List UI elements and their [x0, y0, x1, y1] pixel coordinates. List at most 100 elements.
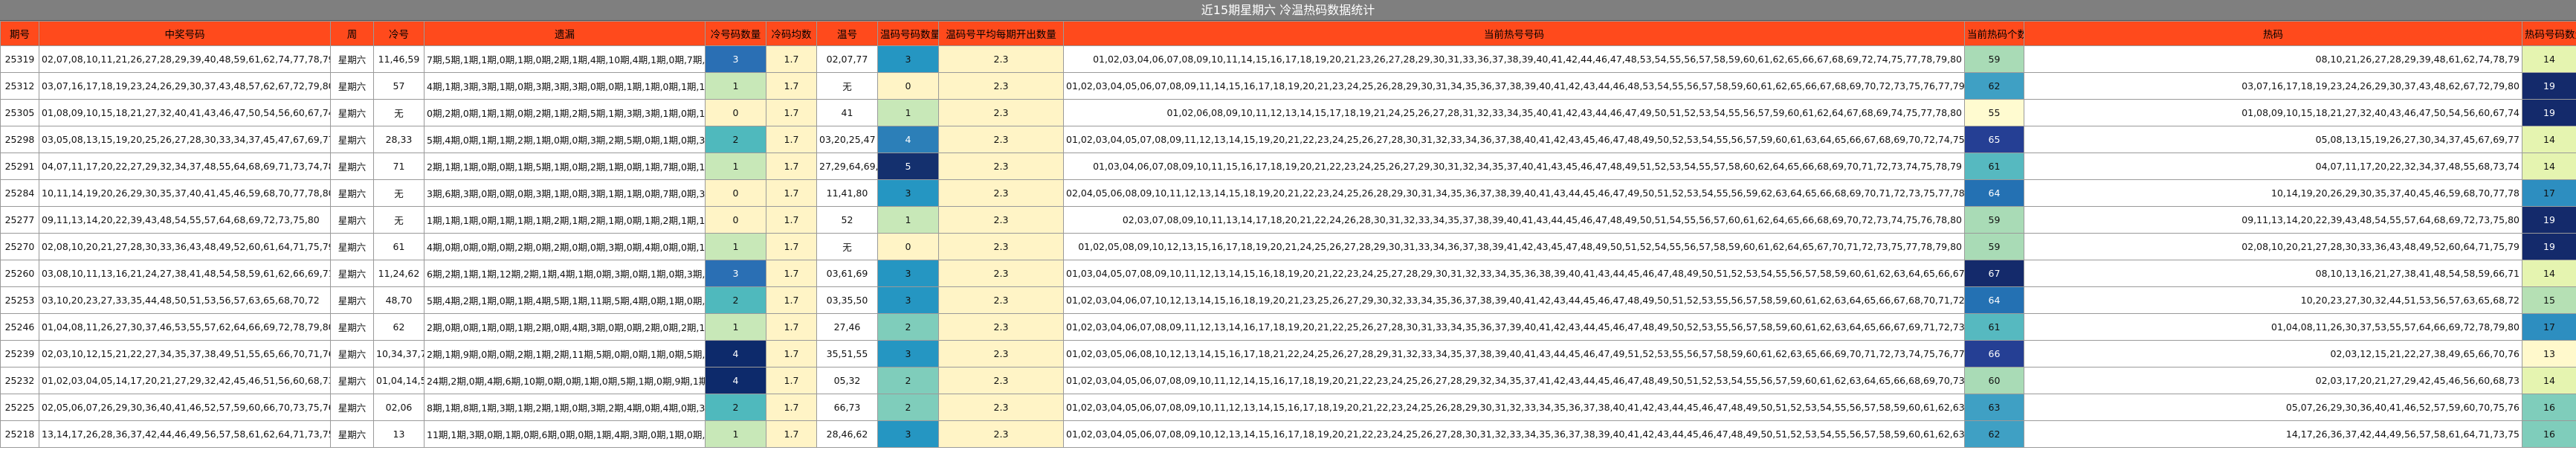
hot-num-cell: 14 — [2522, 45, 2576, 73]
warm-numbers-cell: 52 — [816, 206, 878, 234]
cold-count-cell: 1 — [705, 313, 766, 341]
col-header-winning: 中奖号码 — [39, 21, 331, 46]
omit-cell: 2期,1期,9期,0期,0期,2期,1期,2期,11期,5期,0期,0期,1期,… — [424, 340, 706, 367]
page-title: 近15期星期六 冷温热码数据统计 — [0, 0, 2576, 21]
warm-numbers-cell: 41 — [816, 99, 878, 126]
warm-count-cell: 3 — [877, 420, 939, 448]
hot-count-cell: 59 — [1964, 233, 2024, 260]
warm-numbers-cell: 11,41,80 — [816, 179, 878, 207]
warm-count-cell: 5 — [877, 153, 939, 180]
col-header-warm: 温号 — [816, 21, 878, 46]
omit-cell: 2期,1期,1期,0期,0期,1期,5期,1期,0期,2期,1期,0期,1期,7… — [424, 153, 706, 180]
col-header-hot-current: 当前热号号码 — [1063, 21, 1965, 46]
table-row: 25260 03,08,10,11,13,16,21,24,27,38,41,48… — [0, 260, 2576, 287]
winning-numbers-cell: 13,14,17,26,28,36,37,42,44,46,49,56,57,5… — [39, 420, 331, 448]
cold-count-cell: 3 — [705, 45, 766, 73]
hot-numbers-cell: 09,11,13,14,20,22,39,43,48,54,55,57,64,6… — [2024, 206, 2522, 234]
hot-numbers-cell: 04,07,11,17,20,22,32,34,37,48,55,68,73,7… — [2024, 153, 2522, 180]
hot-num-cell: 13 — [2522, 340, 2576, 367]
cold-count-cell: 2 — [705, 394, 766, 421]
hot-numbers-cell: 08,10,21,26,27,28,29,39,48,61,62,74,78,7… — [2024, 45, 2522, 73]
warm-count-cell: 2 — [877, 313, 939, 341]
hot-numbers-cell: 02,03,17,20,21,27,29,42,45,46,56,60,68,7… — [2024, 367, 2522, 394]
winning-numbers-cell: 01,08,09,10,15,18,21,27,32,40,41,43,46,4… — [39, 99, 331, 126]
issue-cell: 25291 — [0, 153, 39, 180]
warm-numbers-cell: 27,46 — [816, 313, 878, 341]
warm-avg-cell: 2.3 — [938, 45, 1064, 73]
hot-current-cell: 01,02,03,04,05,06,07,08,09,10,11,12,14,1… — [1063, 367, 1965, 394]
week-cell: 星期六 — [330, 153, 374, 180]
cold-avg-cell: 1.7 — [766, 313, 817, 341]
cold-numbers-cell: 11,46,59 — [373, 45, 425, 73]
col-header-warm-count: 温码号码数量 — [877, 21, 939, 46]
cold-numbers-cell: 57 — [373, 72, 425, 100]
cold-avg-cell: 1.7 — [766, 286, 817, 314]
table-row: 25277 09,11,13,14,20,22,39,43,48,54,55,57… — [0, 206, 2576, 234]
warm-numbers-cell: 03,61,69 — [816, 260, 878, 287]
hot-num-cell: 15 — [2522, 286, 2576, 314]
warm-count-cell: 4 — [877, 126, 939, 153]
warm-count-cell: 3 — [877, 179, 939, 207]
hot-count-cell: 55 — [1964, 99, 2024, 126]
omit-cell: 8期,1期,8期,1期,3期,1期,2期,1期,0期,3期,2期,4期,0期,4… — [424, 394, 706, 421]
hot-count-cell: 63 — [1964, 394, 2024, 421]
cold-numbers-cell: 11,24,62 — [373, 260, 425, 287]
omit-cell: 24期,2期,0期,4期,6期,10期,0期,0期,1期,0期,5期,1期,0期… — [424, 367, 706, 394]
hot-count-cell: 59 — [1964, 206, 2024, 234]
hot-num-cell: 19 — [2522, 72, 2576, 100]
hot-num-cell: 19 — [2522, 206, 2576, 234]
warm-avg-cell: 2.3 — [938, 340, 1064, 367]
cold-avg-cell: 1.7 — [766, 340, 817, 367]
hot-numbers-cell: 05,07,26,29,30,36,40,41,46,52,57,59,60,7… — [2024, 394, 2522, 421]
table-row: 25232 01,02,03,04,05,14,17,20,21,27,29,32… — [0, 367, 2576, 394]
cold-numbers-cell: 无 — [373, 179, 425, 207]
table-row: 25298 03,05,08,13,15,19,20,25,26,27,28,30… — [0, 126, 2576, 153]
cold-avg-cell: 1.7 — [766, 126, 817, 153]
issue-cell: 25239 — [0, 340, 39, 367]
hot-num-cell: 19 — [2522, 233, 2576, 260]
hot-count-cell: 64 — [1964, 286, 2024, 314]
warm-avg-cell: 2.3 — [938, 260, 1064, 287]
col-header-hot: 热码 — [2024, 21, 2522, 46]
week-cell: 星期六 — [330, 394, 374, 421]
hot-numbers-cell: 01,04,08,11,26,30,37,53,55,57,64,66,69,7… — [2024, 313, 2522, 341]
col-header-week: 周 — [330, 21, 374, 46]
cold-avg-cell: 1.7 — [766, 179, 817, 207]
hot-current-cell: 01,03,04,06,07,08,09,10,11,15,16,17,18,1… — [1063, 153, 1965, 180]
cold-count-cell: 3 — [705, 260, 766, 287]
winning-numbers-cell: 04,07,11,17,20,22,27,29,32,34,37,48,55,6… — [39, 153, 331, 180]
week-cell: 星期六 — [330, 126, 374, 153]
winning-numbers-cell: 03,07,16,17,18,19,23,24,26,29,30,37,43,4… — [39, 72, 331, 100]
col-header-cold: 冷号 — [373, 21, 425, 46]
warm-count-cell: 2 — [877, 367, 939, 394]
warm-numbers-cell: 05,32 — [816, 367, 878, 394]
cold-avg-cell: 1.7 — [766, 153, 817, 180]
cold-numbers-cell: 28,33 — [373, 126, 425, 153]
col-header-hot-count: 当前热码个数 — [1964, 21, 2024, 46]
issue-cell: 25284 — [0, 179, 39, 207]
cold-avg-cell: 1.7 — [766, 233, 817, 260]
hot-numbers-cell: 08,10,13,16,21,27,38,41,48,54,58,59,66,7… — [2024, 260, 2522, 287]
warm-numbers-cell: 03,35,50 — [816, 286, 878, 314]
winning-numbers-cell: 09,11,13,14,20,22,39,43,48,54,55,57,64,6… — [39, 206, 331, 234]
warm-avg-cell: 2.3 — [938, 179, 1064, 207]
winning-numbers-cell: 03,08,10,11,13,16,21,24,27,38,41,48,54,5… — [39, 260, 331, 287]
table-row: 25312 03,07,16,17,18,19,23,24,26,29,30,37… — [0, 72, 2576, 100]
issue-cell: 25218 — [0, 420, 39, 448]
omit-cell: 2期,0期,0期,1期,0期,1期,2期,0期,4期,3期,0期,0期,2期,0… — [424, 313, 706, 341]
omit-cell: 11期,1期,3期,0期,1期,0期,6期,0期,0期,1期,4期,3期,0期,… — [424, 420, 706, 448]
hot-numbers-cell: 10,20,23,27,30,32,44,51,53,56,57,63,65,6… — [2024, 286, 2522, 314]
winning-numbers-cell: 02,05,06,07,26,29,30,36,40,41,46,52,57,5… — [39, 394, 331, 421]
warm-count-cell: 1 — [877, 99, 939, 126]
hot-num-cell: 14 — [2522, 153, 2576, 180]
hot-numbers-cell: 02,08,10,20,21,27,28,30,33,36,43,48,49,5… — [2024, 233, 2522, 260]
warm-count-cell: 3 — [877, 286, 939, 314]
cold-count-cell: 0 — [705, 206, 766, 234]
cold-avg-cell: 1.7 — [766, 206, 817, 234]
hot-current-cell: 01,02,03,04,05,07,08,09,11,12,13,14,15,1… — [1063, 126, 1965, 153]
stats-window: 近15期星期六 冷温热码数据统计 期号 中奖号码 周 冷号 遗漏 冷号码数量 冷… — [0, 0, 2576, 459]
cold-count-cell: 4 — [705, 340, 766, 367]
week-cell: 星期六 — [330, 420, 374, 448]
cold-avg-cell: 1.7 — [766, 394, 817, 421]
hot-count-cell: 62 — [1964, 72, 2024, 100]
